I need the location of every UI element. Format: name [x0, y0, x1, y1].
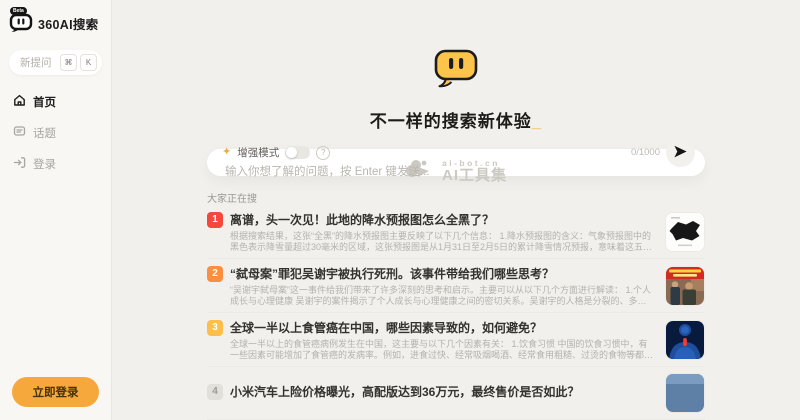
trending-thumbnail	[665, 212, 705, 252]
home-icon	[13, 94, 26, 110]
search-card: ai-bot.cn AI工具集 ✦ 增强模式 ? 0/1000	[207, 149, 705, 176]
trending-section: 大家正在搜 1 离谱，头一次见！此地的降水预报图怎么全黑了？ 根据搜索结果，这张…	[207, 190, 705, 420]
trending-item-summary: 全球一半以上的食管癌病例发生在中国，这主要与以下几个因素有关： 1.饮食习惯 中…	[230, 339, 655, 360]
beta-badge: Beta	[10, 7, 27, 15]
rank-badge: 2	[207, 266, 223, 282]
black-precipitation-map-image	[666, 213, 704, 251]
cmd-key: ⌘	[60, 54, 77, 71]
rank-badge: 3	[207, 320, 223, 336]
trending-item[interactable]: 2 “弑母案”罪犯吴谢宇被执行死刑。该事件带给我们哪些思考？ “吴谢宇弑母案”这…	[207, 259, 705, 313]
trending-item-title: 全球一半以上食管癌在中国，哪些因素导致的，如何避免？	[230, 319, 542, 336]
sparkle-icon: ✦	[222, 147, 231, 158]
paper-plane-icon	[673, 144, 688, 162]
enhanced-mode-toggle[interactable]	[285, 146, 310, 159]
sidebar-item-home[interactable]: 首页	[9, 91, 102, 113]
new-question-button[interactable]: 新提问 ⌘ K	[9, 50, 102, 75]
yellow-chat-bubble-mascot	[432, 48, 480, 93]
rank-badge: 4	[207, 384, 223, 400]
trending-item-title: 离谱，头一次见！此地的降水预报图怎么全黑了？	[230, 211, 494, 228]
trending-item[interactable]: 1 离谱，头一次见！此地的降水预报图怎么全黑了？ 根据搜索结果，这张“全黑”的降…	[207, 205, 705, 259]
k-key: K	[80, 54, 97, 71]
sidebar-item-login[interactable]: 登录	[9, 153, 102, 175]
sidebar: Beta 360AI搜索 新提问 ⌘ K	[0, 0, 112, 420]
trending-item[interactable]: 4 小米汽车上险价格曝光，高配版达到36万元，最终售价是否如此？	[207, 367, 705, 420]
car-news-image	[666, 374, 704, 412]
logo-text: 360AI搜索	[38, 14, 98, 33]
trending-item-title: “弑母案”罪犯吴谢宇被执行死刑。该事件带给我们哪些思考？	[230, 265, 554, 282]
page-title-text: 不一样的搜索新体验	[370, 112, 532, 131]
search-input[interactable]	[223, 161, 527, 203]
help-icon[interactable]: ?	[316, 146, 330, 160]
char-counter: 0/1000	[631, 147, 660, 158]
login-now-button[interactable]: 立即登录	[12, 377, 99, 407]
sidebar-item-label: 首页	[33, 94, 56, 110]
sidebar-item-label: 登录	[33, 156, 56, 172]
sidebar-nav: 首页 话题 登录	[9, 91, 102, 175]
app-logo: Beta 360AI搜索	[9, 12, 102, 34]
page-title: 不一样的搜索新体验_	[370, 107, 542, 132]
trending-item[interactable]: 3 全球一半以上食管癌在中国，哪些因素导致的，如何避免？ 全球一半以上的食管癌病…	[207, 313, 705, 367]
esophagus-medical-illustration	[666, 321, 704, 359]
app-root: Beta 360AI搜索 新提问 ⌘ K	[0, 0, 800, 420]
trending-thumbnail	[665, 266, 705, 306]
toggle-knob	[286, 147, 297, 158]
new-question-label: 新提问	[20, 55, 52, 70]
rank-badge: 1	[207, 212, 223, 228]
search-card-footer: ✦ 增强模式 ? 0/1000	[222, 138, 695, 167]
sidebar-item-topics[interactable]: 话题	[9, 122, 102, 144]
trending-item-summary: “吴谢宇弑母案”这一事件给我们带来了许多深刻的思考和启示。主要可以从以下几个方面…	[230, 285, 655, 306]
trending-thumbnail	[665, 320, 705, 360]
topics-icon	[13, 125, 26, 141]
sidebar-item-label: 话题	[33, 125, 56, 141]
trending-thumbnail	[665, 373, 705, 413]
chat-bubble-logo-icon	[9, 21, 33, 38]
court-news-photo	[666, 267, 704, 305]
enhanced-mode-label: 增强模式	[237, 145, 279, 160]
trending-item-title: 小米汽车上险价格曝光，高配版达到36万元，最终售价是否如此？	[230, 383, 579, 400]
main-area: 不一样的搜索新体验_ ai-bot.cn AI工具集 ✦	[112, 0, 800, 420]
login-icon	[13, 156, 26, 172]
title-cursor: _	[532, 112, 542, 131]
send-button[interactable]	[666, 138, 695, 167]
trending-item-summary: 根据搜索结果，这张“全黑”的降水预报图主要反映了以下几个信息： 1.降水预报图的…	[230, 231, 655, 252]
